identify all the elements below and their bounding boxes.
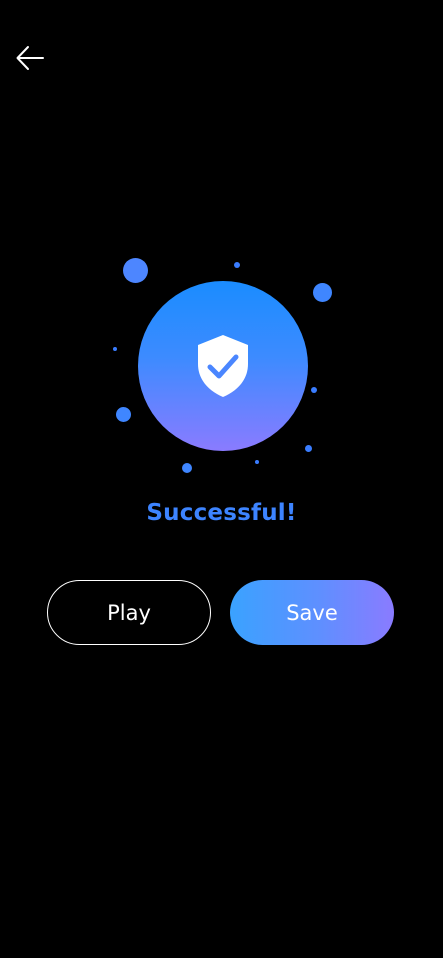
decor-dot xyxy=(113,347,117,351)
decor-dot xyxy=(234,262,240,268)
shield-check-icon xyxy=(196,334,250,398)
save-button[interactable]: Save xyxy=(230,580,394,645)
status-message: Successful! xyxy=(146,500,297,526)
play-button[interactable]: Play xyxy=(47,580,211,645)
decor-dot xyxy=(182,463,192,473)
decor-dot xyxy=(313,283,332,302)
decor-dot xyxy=(305,445,312,452)
success-illustration xyxy=(0,0,443,500)
decor-dot xyxy=(255,460,259,464)
decor-dot xyxy=(116,407,131,422)
success-circle xyxy=(138,281,308,451)
decor-dot xyxy=(311,387,317,393)
decor-dot xyxy=(123,258,148,283)
